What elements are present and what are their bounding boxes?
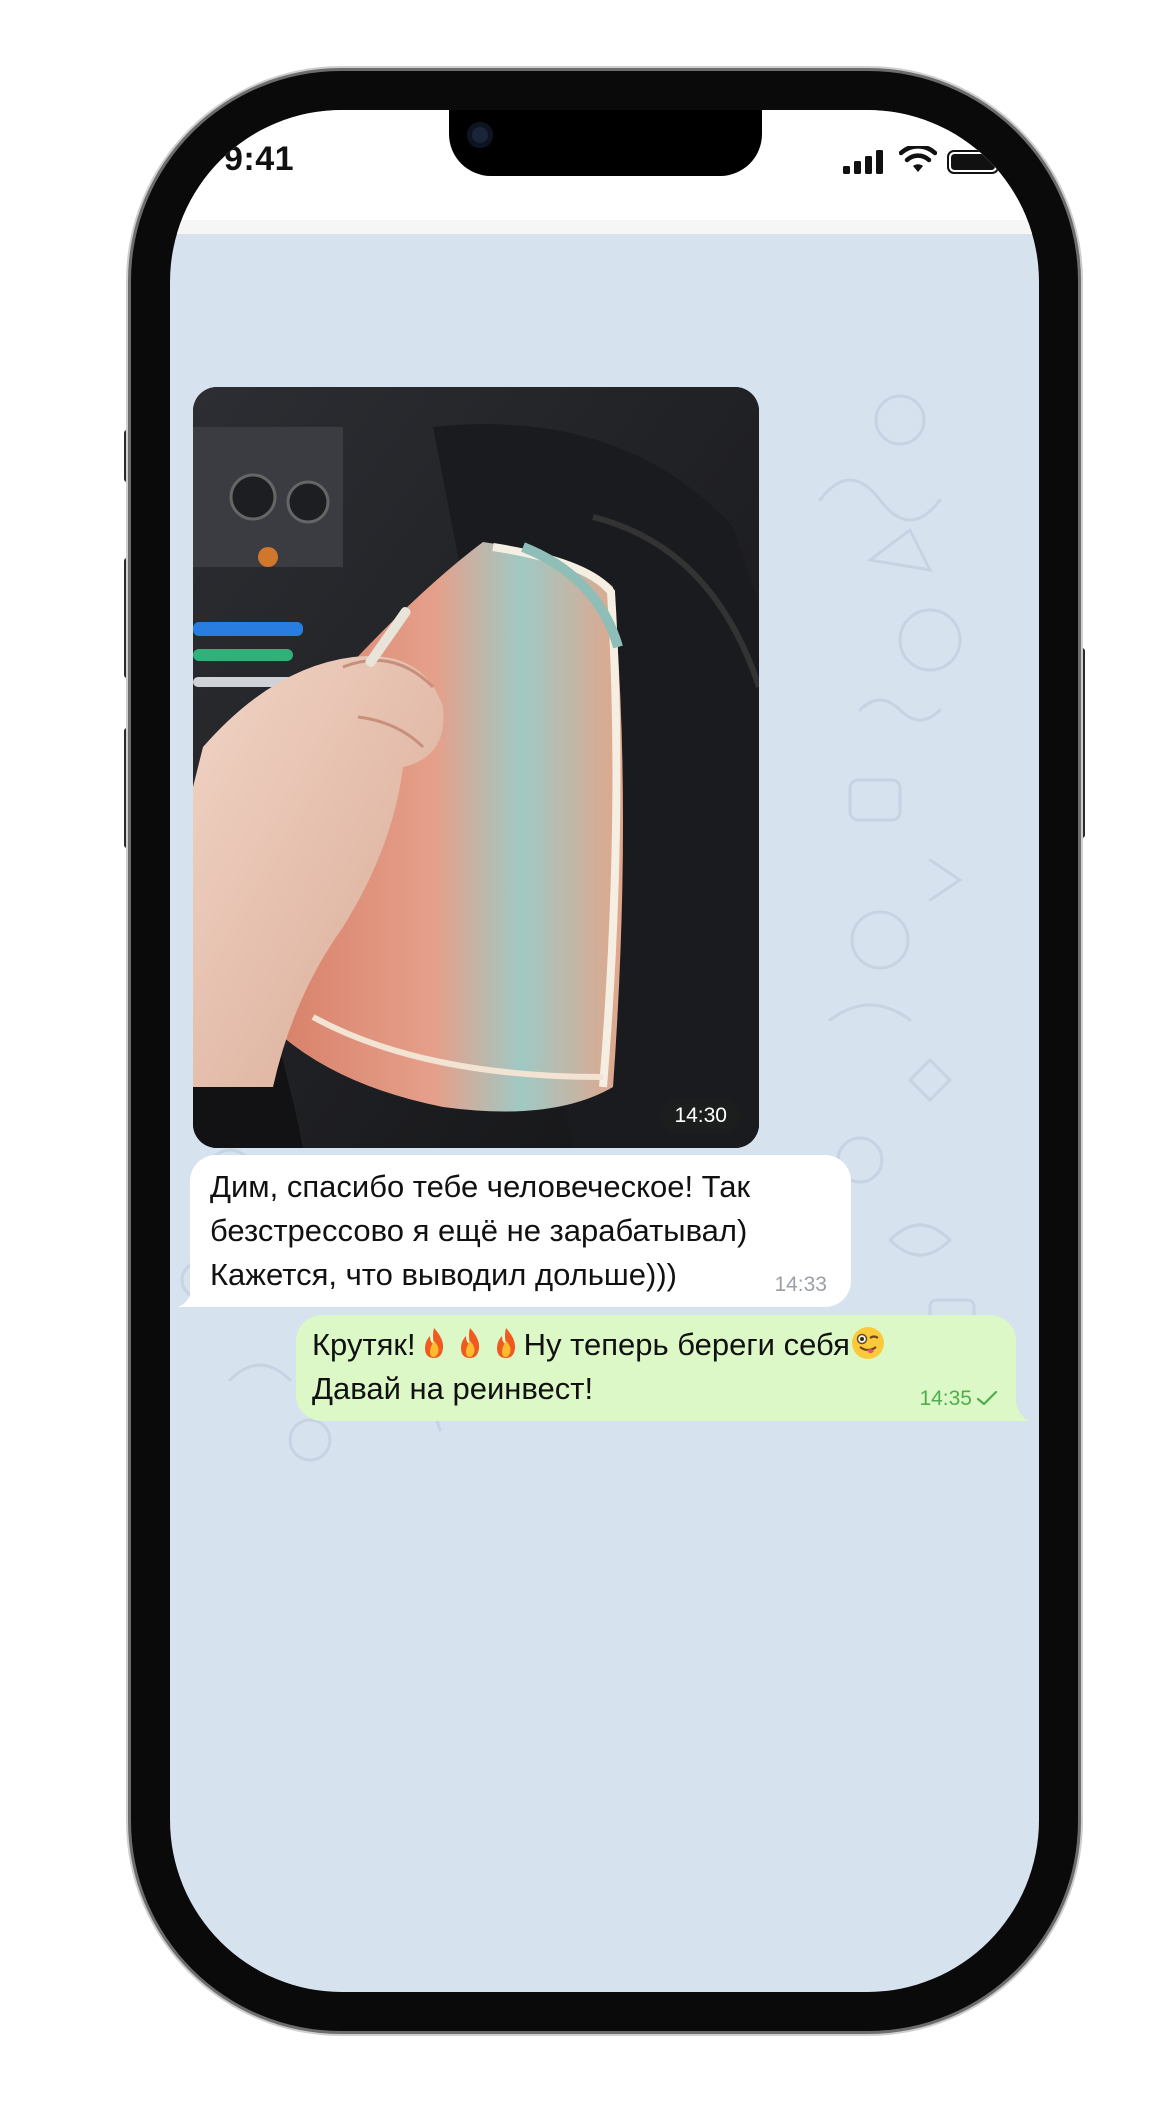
- status-icons: [843, 146, 1013, 176]
- outgoing-message-meta: 14:35: [919, 1387, 998, 1411]
- incoming-message-line: безстрессово я ещё не зарабатывал): [210, 1213, 748, 1248]
- fire-emoji: [460, 1328, 479, 1358]
- outgoing-message[interactable]: Крутяк! Ну теперь береги себя Давай на ре…: [296, 1315, 1016, 1421]
- fire-emoji: [424, 1328, 443, 1358]
- fire-emoji: [496, 1328, 515, 1358]
- outgoing-text-part: Крутяк!: [312, 1327, 416, 1362]
- incoming-message-line: Дим, спасибо тебе человеческое! Так: [210, 1169, 751, 1204]
- cellular-signal-icon: [843, 150, 883, 174]
- outgoing-message-line: Крутяк! Ну теперь береги себя: [312, 1323, 1002, 1367]
- status-bar: 9:41: [170, 110, 1039, 220]
- status-time: 9:41: [224, 140, 295, 178]
- incoming-message[interactable]: Дим, спасибо тебе человеческое! Так безс…: [190, 1155, 851, 1307]
- front-camera: [467, 122, 493, 148]
- power-button: [1077, 648, 1085, 838]
- winking-face-with-tongue-emoji: [851, 1327, 884, 1359]
- phone-frame: 9:41 14:30 Дим, спасибо тебе человеческо…: [131, 71, 1078, 2031]
- banknotes-photo[interactable]: [193, 387, 759, 1148]
- sent-check-icon: [976, 1390, 998, 1406]
- wifi-icon: [899, 146, 937, 172]
- photo-timestamp: 14:30: [660, 1098, 741, 1134]
- incoming-message-text: Дим, спасибо тебе человеческое! Так безс…: [210, 1165, 810, 1297]
- photo-message[interactable]: 14:30: [193, 387, 759, 1148]
- chat-screen: 9:41 14:30 Дим, спасибо тебе человеческо…: [170, 110, 1039, 1992]
- notch: [449, 110, 762, 176]
- outgoing-message-timestamp: 14:35: [919, 1387, 972, 1410]
- incoming-message-timestamp: 14:33: [774, 1273, 827, 1296]
- incoming-message-line: Кажется, что выводил дольше))): [210, 1257, 677, 1292]
- outgoing-message-line: Давай на реинвест!: [312, 1371, 594, 1406]
- header-divider: [170, 220, 1039, 234]
- battery-icon: [947, 150, 1004, 174]
- outgoing-message-text: Крутяк! Ну теперь береги себя Давай на ре…: [312, 1323, 1002, 1411]
- outgoing-text-part: Ну теперь береги себя: [523, 1327, 850, 1362]
